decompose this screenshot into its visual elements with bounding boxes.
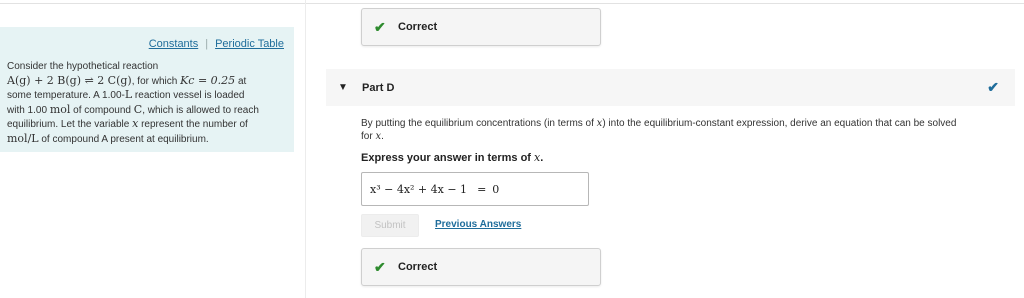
answer-rhs: 0: [492, 182, 500, 196]
answer-prompt: Express your answer in terms of x.: [361, 151, 544, 164]
answer-expression: x³ − 4x² + 4x − 1: [370, 182, 468, 196]
checkmark-icon: ✔: [374, 18, 386, 35]
problem-statement: Consider the hypothetical reaction A(g) …: [7, 60, 287, 146]
periodic-table-link[interactable]: Periodic Table: [215, 38, 284, 50]
submit-button[interactable]: Submit: [361, 214, 419, 237]
checkmark-icon: ✔: [987, 79, 999, 95]
problem-info-panel: Constants | Periodic Table Consider the …: [0, 27, 294, 152]
answer-input[interactable]: x³ − 4x² + 4x − 1 = 0: [361, 172, 589, 206]
problem-line-3: some temperature. A 1.00-L reaction vess…: [7, 88, 245, 101]
problem-line-2: A(g) + 2 B(g) ⇌ 2 C(g), for which Kc = 0…: [7, 73, 247, 87]
problem-line-1: Consider the hypothetical reaction: [7, 61, 159, 72]
problem-line-6: mol/L of compound A present at equilibri…: [7, 131, 209, 145]
feedback-correct-top: ✔ Correct: [361, 8, 601, 46]
reference-links: Constants | Periodic Table: [149, 38, 284, 50]
feedback-label: Correct: [398, 261, 438, 273]
constants-link[interactable]: Constants: [149, 38, 199, 50]
part-instructions: By putting the equilibrium concentration…: [361, 118, 957, 142]
reaction-equation: A(g) + 2 B(g) ⇌ 2 C(g): [7, 73, 132, 87]
checkmark-icon: ✔: [374, 258, 386, 275]
equals-sign: =: [477, 182, 487, 196]
previous-answers-link[interactable]: Previous Answers: [435, 219, 521, 230]
caret-down-icon[interactable]: ▼: [338, 82, 350, 93]
part-d-header[interactable]: ▼ Part D ✔: [326, 69, 1015, 106]
feedback-label: Correct: [398, 21, 438, 33]
top-divider: [0, 3, 1024, 4]
feedback-correct-bottom: ✔ Correct: [361, 248, 601, 286]
problem-line-4: with 1.00 mol of compound C, which is al…: [7, 102, 259, 116]
column-divider: [305, 0, 306, 298]
equilibrium-constant: Kc = 0.25: [180, 73, 236, 87]
problem-line-5: equilibrium. Let the variable x represen…: [7, 117, 248, 130]
part-title: Part D: [362, 81, 395, 94]
link-separator: |: [205, 38, 209, 50]
